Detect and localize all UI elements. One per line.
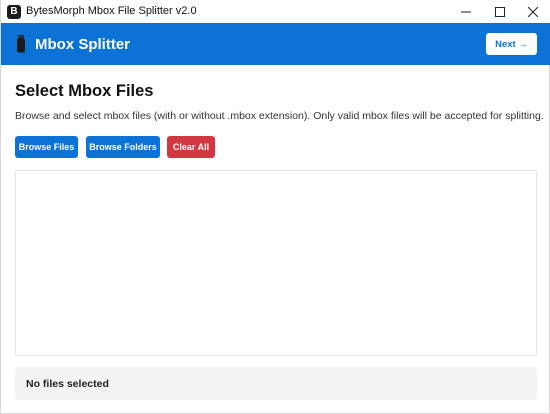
app-header: Mbox Splitter bbox=[1, 23, 550, 65]
usb-drive-icon bbox=[17, 35, 25, 53]
status-text: No files selected bbox=[26, 378, 109, 390]
maximize-button[interactable] bbox=[483, 0, 517, 23]
header-title: Mbox Splitter bbox=[35, 36, 131, 53]
next-button[interactable]: Next → bbox=[486, 33, 537, 55]
file-list[interactable] bbox=[15, 170, 537, 356]
browse-files-button[interactable]: Browse Files bbox=[15, 136, 78, 158]
app-logo-icon: B bbox=[7, 5, 21, 19]
app-window: B BytesMorph Mbox File Splitter v2.0 Mbo… bbox=[0, 0, 550, 414]
clear-all-button[interactable]: Clear All bbox=[167, 136, 215, 158]
page-description: Browse and select mbox files (with or wi… bbox=[15, 110, 544, 122]
page-title: Select Mbox Files bbox=[15, 82, 154, 100]
minimize-icon bbox=[461, 11, 471, 12]
status-bar: No files selected bbox=[15, 367, 537, 400]
close-icon bbox=[528, 6, 538, 17]
browse-folders-button[interactable]: Browse Folders bbox=[86, 136, 160, 158]
maximize-icon bbox=[495, 6, 505, 17]
close-button[interactable] bbox=[516, 0, 550, 23]
minimize-button[interactable] bbox=[449, 0, 483, 23]
title-bar[interactable]: B BytesMorph Mbox File Splitter v2.0 bbox=[1, 0, 550, 23]
window-title: BytesMorph Mbox File Splitter v2.0 bbox=[26, 5, 197, 17]
